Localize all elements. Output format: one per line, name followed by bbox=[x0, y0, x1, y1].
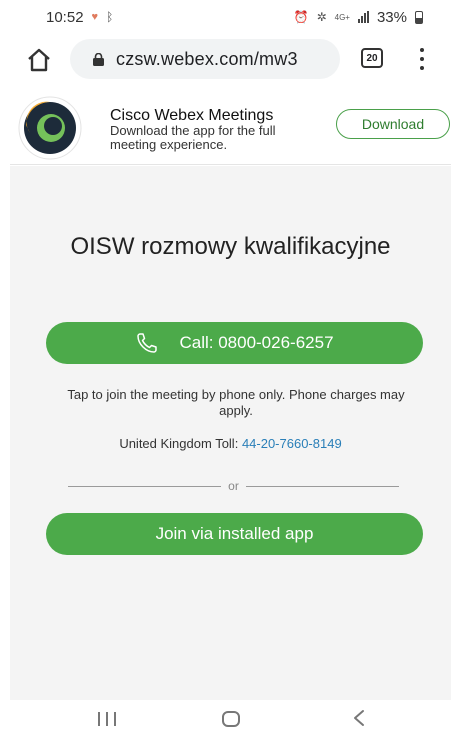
status-bar: 10:52 ♥ ᛒ ⏰ ✲ 4G+ 33% bbox=[0, 0, 451, 34]
toll-label: United Kingdom Toll: bbox=[119, 436, 239, 451]
toll-number-line: United Kingdom Toll: 44-20-7660-8149 bbox=[10, 436, 451, 451]
webex-logo-icon bbox=[18, 96, 82, 160]
lock-icon bbox=[93, 52, 104, 66]
battery-percent: 33% bbox=[376, 8, 407, 26]
join-meeting-panel: OISW rozmowy kwalifikacyjne Call: 0800-0… bbox=[10, 166, 451, 700]
app-download-banner: Cisco Webex Meetings Download the app fo… bbox=[10, 93, 451, 165]
toll-number-link[interactable]: 44-20-7660-8149 bbox=[242, 436, 342, 451]
status-time: 10:52 bbox=[46, 8, 84, 26]
divider-line-left bbox=[68, 485, 222, 487]
back-icon[interactable] bbox=[352, 709, 366, 727]
home-nav-icon[interactable] bbox=[222, 711, 240, 727]
status-left: 10:52 ♥ ᛒ bbox=[46, 9, 113, 26]
bluetooth-icon: ᛒ bbox=[106, 10, 114, 24]
url-text: czsw.webex.com/mw3 bbox=[116, 48, 298, 69]
android-nav-bar bbox=[0, 700, 451, 730]
tabs-button[interactable]: 20 bbox=[361, 48, 383, 68]
call-button-label: Call: 0800-026-6257 bbox=[179, 333, 334, 352]
join-via-app-button[interactable]: Join via installed app bbox=[46, 513, 423, 555]
status-right: ⏰ ✲ 4G+ 33% bbox=[294, 9, 423, 26]
home-icon[interactable] bbox=[26, 48, 52, 72]
url-bar[interactable]: czsw.webex.com/mw3 bbox=[70, 39, 340, 79]
phone-icon bbox=[137, 333, 158, 353]
alarm-icon: ⏰ bbox=[293, 10, 309, 24]
divider-line-right bbox=[245, 485, 400, 487]
download-button[interactable]: Download bbox=[336, 109, 450, 139]
meeting-title: OISW rozmowy kwalifikacyjne bbox=[70, 233, 391, 260]
battery-icon bbox=[415, 10, 423, 24]
network-type: 4G+ bbox=[334, 12, 350, 22]
bluetooth-status-icon: ✲ bbox=[316, 10, 327, 24]
divider-text: or bbox=[228, 479, 239, 493]
call-button[interactable]: Call: 0800-026-6257 bbox=[46, 322, 423, 364]
heart-icon: ♥ bbox=[91, 11, 99, 23]
recents-icon[interactable] bbox=[98, 712, 116, 726]
browser-toolbar: czsw.webex.com/mw3 20 bbox=[0, 34, 451, 86]
more-vert-icon[interactable] bbox=[418, 46, 426, 72]
phone-join-note: Tap to join the meeting by phone only. P… bbox=[67, 387, 405, 418]
or-divider: or bbox=[68, 478, 400, 494]
banner-subtitle: Download the app for the full meeting ex… bbox=[110, 123, 276, 152]
signal-icon bbox=[357, 11, 369, 23]
